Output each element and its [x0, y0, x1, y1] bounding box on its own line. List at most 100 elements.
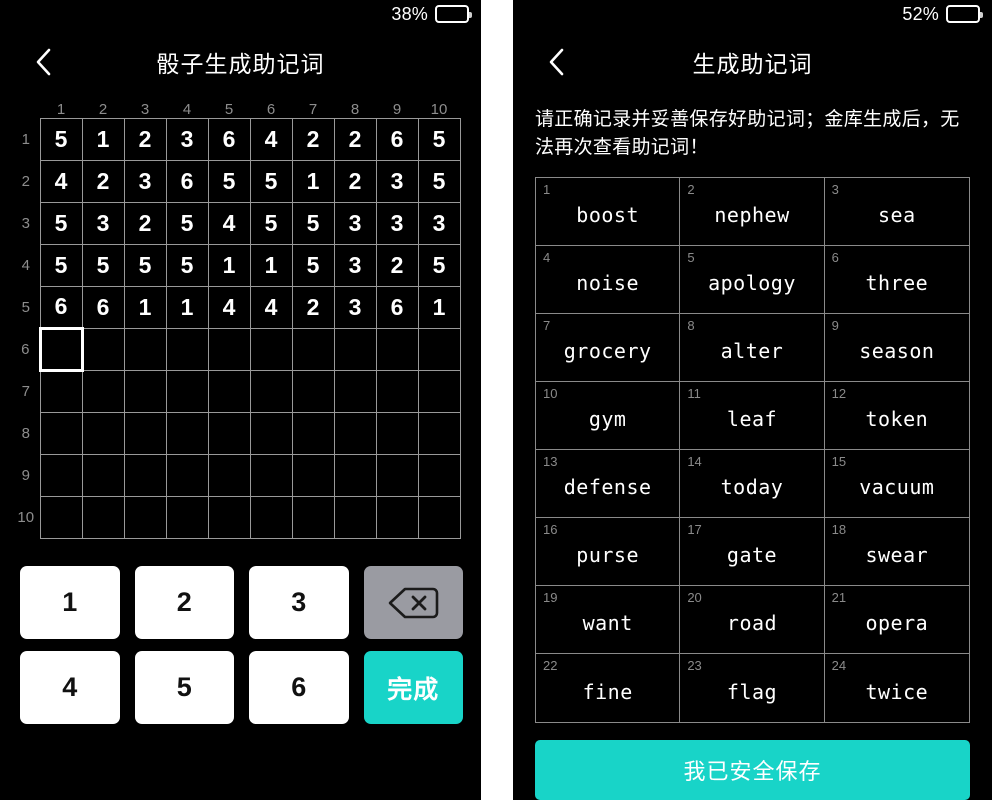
grid-cell-r7-c7[interactable]: [291, 369, 335, 413]
grid-cell-r7-c3[interactable]: [123, 369, 167, 413]
grid-cell-r10-c5[interactable]: [207, 495, 251, 539]
grid-cell-r2-c9[interactable]: 3: [375, 159, 419, 203]
grid-cell-r1-c2[interactable]: 1: [81, 117, 125, 161]
grid-cell-r9-c8[interactable]: [333, 453, 377, 497]
grid-cell-r2-c10[interactable]: 5: [417, 159, 461, 203]
grid-cell-r5-c7[interactable]: 2: [291, 285, 335, 329]
grid-cell-r5-c2[interactable]: 6: [81, 285, 125, 329]
grid-cell-r2-c3[interactable]: 3: [123, 159, 167, 203]
grid-cell-r6-c1[interactable]: [38, 326, 84, 372]
grid-cell-r10-c4[interactable]: [165, 495, 209, 539]
grid-cell-r3-c1[interactable]: 5: [39, 201, 83, 245]
grid-cell-r7-c10[interactable]: [417, 369, 461, 413]
grid-cell-r4-c3[interactable]: 5: [123, 243, 167, 287]
grid-cell-r5-c6[interactable]: 4: [249, 285, 293, 329]
done-button[interactable]: 完成: [363, 651, 463, 724]
numeric-keypad[interactable]: 1 2 3 4 5 6 完成: [20, 566, 463, 724]
grid-cell-r6-c3[interactable]: [123, 327, 167, 371]
grid-cell-r6-c6[interactable]: [249, 327, 293, 371]
grid-cell-r1-c5[interactable]: 6: [207, 117, 251, 161]
dice-grid[interactable]: 1 2 3 4 5 6 7 8 9 10 1 5 1 2 3 6 4 2 2 6 5 2 4 2 3 6 5 5 1 2 3 5 3 5 3 2 5 4 5…: [12, 96, 461, 539]
grid-cell-r2-c2[interactable]: 2: [81, 159, 125, 203]
grid-cell-r10-c3[interactable]: [123, 495, 167, 539]
grid-cell-r10-c6[interactable]: [249, 495, 293, 539]
grid-cell-r7-c1[interactable]: [39, 369, 83, 413]
grid-cell-r6-c9[interactable]: [375, 327, 419, 371]
grid-cell-r6-c7[interactable]: [291, 327, 335, 371]
grid-cell-r9-c1[interactable]: [39, 453, 83, 497]
grid-cell-r8-c5[interactable]: [207, 411, 251, 455]
grid-cell-r9-c3[interactable]: [123, 453, 167, 497]
grid-cell-r3-c5[interactable]: 4: [207, 201, 251, 245]
grid-cell-r8-c1[interactable]: [39, 411, 83, 455]
grid-cell-r1-c1[interactable]: 5: [39, 117, 83, 161]
grid-cell-r7-c6[interactable]: [249, 369, 293, 413]
grid-cell-r10-c2[interactable]: [81, 495, 125, 539]
key-3[interactable]: 3: [249, 566, 349, 639]
grid-cell-r8-c7[interactable]: [291, 411, 335, 455]
grid-cell-r4-c7[interactable]: 5: [291, 243, 335, 287]
grid-cell-r3-c2[interactable]: 3: [81, 201, 125, 245]
grid-cell-r4-c2[interactable]: 5: [81, 243, 125, 287]
chevron-left-icon[interactable]: [539, 45, 573, 79]
grid-cell-r2-c7[interactable]: 1: [291, 159, 335, 203]
grid-cell-r1-c8[interactable]: 2: [333, 117, 377, 161]
grid-cell-r9-c9[interactable]: [375, 453, 419, 497]
grid-cell-r7-c2[interactable]: [81, 369, 125, 413]
key-6[interactable]: 6: [249, 651, 349, 724]
grid-cell-r8-c2[interactable]: [81, 411, 125, 455]
grid-cell-r8-c9[interactable]: [375, 411, 419, 455]
grid-cell-r9-c6[interactable]: [249, 453, 293, 497]
grid-cell-r10-c7[interactable]: [291, 495, 335, 539]
grid-cell-r4-c9[interactable]: 2: [375, 243, 419, 287]
grid-cell-r3-c4[interactable]: 5: [165, 201, 209, 245]
grid-cell-r2-c4[interactable]: 6: [165, 159, 209, 203]
key-5[interactable]: 5: [134, 651, 234, 724]
grid-cell-r6-c8[interactable]: [333, 327, 377, 371]
grid-cell-r6-c10[interactable]: [417, 327, 461, 371]
grid-cell-r5-c9[interactable]: 6: [375, 285, 419, 329]
grid-cell-r8-c8[interactable]: [333, 411, 377, 455]
grid-cell-r4-c5[interactable]: 1: [207, 243, 251, 287]
grid-cell-r1-c9[interactable]: 6: [375, 117, 419, 161]
grid-cell-r6-c4[interactable]: [165, 327, 209, 371]
grid-cell-r5-c10[interactable]: 1: [417, 285, 461, 329]
grid-cell-r6-c2[interactable]: [81, 327, 125, 371]
grid-cell-r4-c6[interactable]: 1: [249, 243, 293, 287]
key-1[interactable]: 1: [20, 566, 120, 639]
grid-cell-r1-c7[interactable]: 2: [291, 117, 335, 161]
grid-cell-r5-c5[interactable]: 4: [207, 285, 251, 329]
grid-cell-r1-c10[interactable]: 5: [417, 117, 461, 161]
grid-cell-r4-c1[interactable]: 5: [39, 243, 83, 287]
grid-cell-r9-c7[interactable]: [291, 453, 335, 497]
grid-cell-r1-c3[interactable]: 2: [123, 117, 167, 161]
key-4[interactable]: 4: [20, 651, 120, 724]
grid-cell-r3-c7[interactable]: 5: [291, 201, 335, 245]
grid-cell-r3-c6[interactable]: 5: [249, 201, 293, 245]
grid-cell-r2-c6[interactable]: 5: [249, 159, 293, 203]
grid-cell-r4-c10[interactable]: 5: [417, 243, 461, 287]
grid-cell-r7-c9[interactable]: [375, 369, 419, 413]
grid-cell-r2-c1[interactable]: 4: [39, 159, 83, 203]
saved-confirm-button[interactable]: 我已安全保存: [535, 740, 970, 800]
grid-cell-r1-c6[interactable]: 4: [249, 117, 293, 161]
grid-cell-r8-c6[interactable]: [249, 411, 293, 455]
grid-cell-r5-c1[interactable]: 6: [39, 285, 83, 329]
grid-cell-r8-c10[interactable]: [417, 411, 461, 455]
grid-cell-r8-c3[interactable]: [123, 411, 167, 455]
grid-cell-r10-c9[interactable]: [375, 495, 419, 539]
grid-cell-r2-c8[interactable]: 2: [333, 159, 377, 203]
grid-cell-r3-c8[interactable]: 3: [333, 201, 377, 245]
grid-cell-r10-c8[interactable]: [333, 495, 377, 539]
grid-cell-r9-c4[interactable]: [165, 453, 209, 497]
grid-cell-r3-c10[interactable]: 3: [417, 201, 461, 245]
backspace-button[interactable]: [363, 566, 463, 639]
grid-cell-r5-c4[interactable]: 1: [165, 285, 209, 329]
grid-cell-r7-c8[interactable]: [333, 369, 377, 413]
grid-cell-r9-c10[interactable]: [417, 453, 461, 497]
grid-cell-r5-c3[interactable]: 1: [123, 285, 167, 329]
key-2[interactable]: 2: [134, 566, 234, 639]
grid-cell-r4-c8[interactable]: 3: [333, 243, 377, 287]
grid-cell-r1-c4[interactable]: 3: [165, 117, 209, 161]
grid-cell-r6-c5[interactable]: [207, 327, 251, 371]
